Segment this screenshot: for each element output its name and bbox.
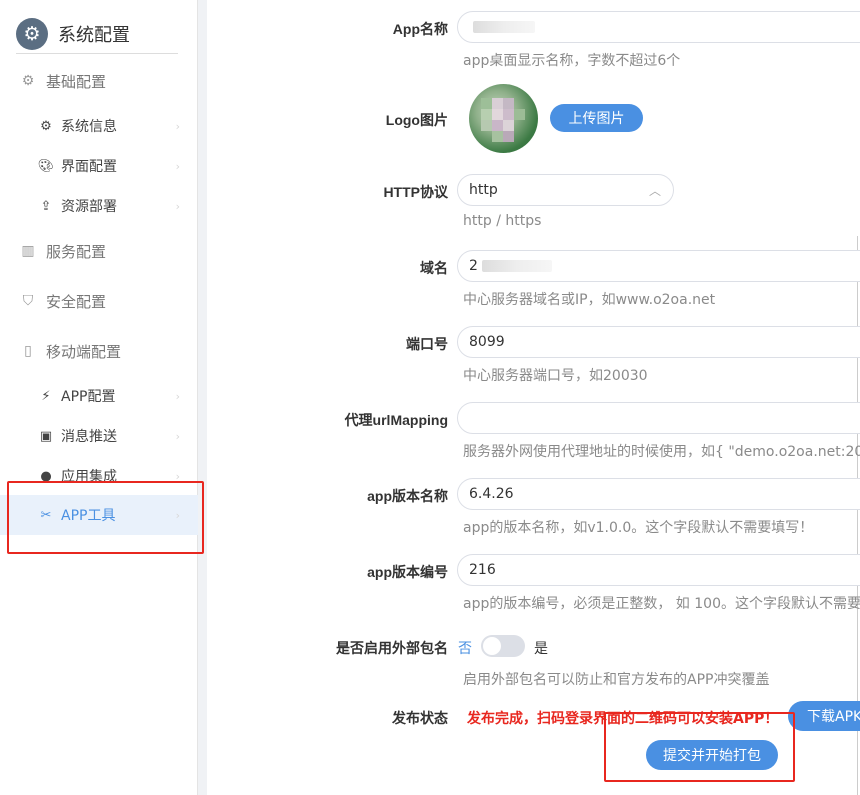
port-value: 8099	[469, 334, 505, 350]
url-mapping-label: 代理urlMapping	[344, 412, 448, 428]
mobile-icon: ▯	[24, 343, 32, 359]
sidebar-item-app-integration[interactable]: ● 应用集成 ›	[0, 461, 198, 491]
chevron-right-icon: ›	[175, 389, 180, 403]
domain-hint: 中心服务器域名或IP，如www.o2oa.net	[463, 292, 716, 308]
publish-status-message: 发布完成，扫码登录界面的二维码可以安装APP！	[467, 711, 779, 727]
http-hint: http / https	[463, 213, 542, 229]
external-package-label: 是否启用外部包名	[336, 640, 448, 656]
domain-label: 域名	[420, 260, 448, 276]
version-name-input[interactable]: 6.4.26	[457, 478, 860, 510]
app-name-label: App名称	[392, 21, 448, 37]
version-code-input[interactable]: 216	[457, 554, 860, 586]
sidebar-title: 系统配置	[58, 24, 130, 46]
app-name-input[interactable]	[457, 11, 860, 43]
sidebar-item-label: APP工具	[61, 508, 116, 524]
port-label: 端口号	[406, 336, 448, 352]
version-code-label: app版本编号	[367, 564, 448, 580]
sidebar-item-basic-config[interactable]: ⚙ 基础配置	[0, 66, 198, 96]
message-icon: ▣	[39, 428, 53, 444]
toggle-knob	[483, 637, 501, 655]
sidebar-item-system-info[interactable]: ⚙ 系统信息 ›	[0, 111, 198, 141]
sidebar-item-label: APP配置	[61, 389, 116, 405]
version-name-label: app版本名称	[367, 488, 448, 504]
download-apk-button[interactable]: 下载APK	[788, 701, 860, 731]
sidebar: ⚙ 系统配置 ⚙ 基础配置 ⚙ 系统信息 › 🎨︎ 界面配置 › ⇪ 资源部署 …	[0, 0, 198, 795]
sidebar-item-label: 资源部署	[61, 199, 117, 215]
version-name-value: 6.4.26	[469, 486, 514, 502]
toggle-on-label: 是	[534, 641, 548, 657]
chevron-right-icon: ›	[175, 429, 180, 443]
http-label: HTTP协议	[383, 184, 448, 200]
plug-icon: ⚡︎	[41, 388, 51, 404]
sidebar-item-label: 安全配置	[46, 292, 107, 311]
sidebar-item-service-config[interactable]: ▥ 服务配置	[0, 236, 198, 266]
chevron-right-icon: ›	[175, 508, 180, 522]
sidebar-item-label: 服务配置	[46, 242, 107, 261]
sidebar-item-label: 系统信息	[61, 119, 117, 135]
redacted-text	[481, 260, 552, 272]
shield-icon: ⛉	[22, 293, 34, 309]
gear-icon: ⚙	[21, 73, 35, 89]
version-code-value: 216	[469, 562, 496, 578]
domain-input[interactable]: 2	[457, 250, 860, 282]
http-select[interactable]: http ︿	[457, 174, 674, 206]
logo-image	[469, 84, 538, 153]
external-package-hint: 启用外部包名可以防止和官方发布的APP冲突覆盖	[463, 672, 770, 688]
sidebar-item-label: 基础配置	[46, 72, 107, 91]
sidebar-item-message-push[interactable]: ▣ 消息推送 ›	[0, 421, 198, 451]
server-icon: ▥	[21, 243, 35, 259]
chevron-right-icon: ›	[175, 159, 180, 173]
external-package-toggle[interactable]	[481, 635, 525, 657]
chevron-right-icon: ›	[175, 119, 180, 133]
sidebar-header: ⚙ 系统配置	[16, 14, 178, 54]
submit-build-button[interactable]: 提交并开始打包	[646, 740, 778, 770]
gear-icon: ⚙	[40, 118, 52, 134]
logo-label: Logo图片	[385, 112, 448, 128]
domain-value: 2	[469, 258, 478, 274]
tools-icon: ✂︎	[40, 507, 52, 523]
chevron-up-icon: ︿	[648, 184, 661, 198]
version-code-hint: app的版本编号，必须是正整数， 如 100。这个字段默认不需要	[463, 596, 860, 612]
url-mapping-input[interactable]	[457, 402, 860, 434]
app-name-hint: app桌面显示名称，字数不超过6个	[463, 53, 681, 69]
port-input[interactable]: 8099	[457, 326, 860, 358]
globe-icon: ●	[40, 468, 52, 484]
sidebar-item-label: 移动端配置	[46, 342, 122, 361]
sidebar-item-mobile-config[interactable]: ▯ 移动端配置	[0, 336, 198, 366]
sidebar-item-security-config[interactable]: ⛉ 安全配置	[0, 286, 198, 316]
url-mapping-hint: 服务器外网使用代理地址的时候使用，如{ "demo.o2oa.net:200	[463, 444, 860, 460]
publish-status-label: 发布状态	[392, 710, 448, 726]
version-name-hint: app的版本名称，如v1.0.0。这个字段默认不需要填写！	[463, 520, 814, 536]
gear-icon: ⚙	[16, 17, 48, 50]
sidebar-item-app-tools[interactable]: ✂︎ APP工具 ›	[0, 495, 198, 535]
palette-icon: 🎨︎	[37, 158, 55, 174]
chevron-right-icon: ›	[175, 469, 180, 483]
sidebar-item-label: 消息推送	[61, 429, 117, 445]
http-select-value: http	[469, 182, 498, 198]
redacted-text	[473, 21, 535, 33]
sidebar-item-app-config[interactable]: ⚡︎ APP配置 ›	[0, 381, 198, 411]
upload-icon: ⇪	[40, 198, 52, 214]
sidebar-item-ui-config[interactable]: 🎨︎ 界面配置 ›	[0, 151, 198, 181]
chevron-right-icon: ›	[175, 199, 180, 213]
sidebar-item-label: 界面配置	[61, 159, 117, 175]
upload-image-button[interactable]: 上传图片	[550, 104, 643, 132]
toggle-off-label: 否	[458, 641, 472, 657]
sidebar-item-resource-deploy[interactable]: ⇪ 资源部署 ›	[0, 191, 198, 221]
sidebar-item-label: 应用集成	[61, 469, 117, 485]
port-hint: 中心服务器端口号，如20030	[463, 368, 648, 384]
